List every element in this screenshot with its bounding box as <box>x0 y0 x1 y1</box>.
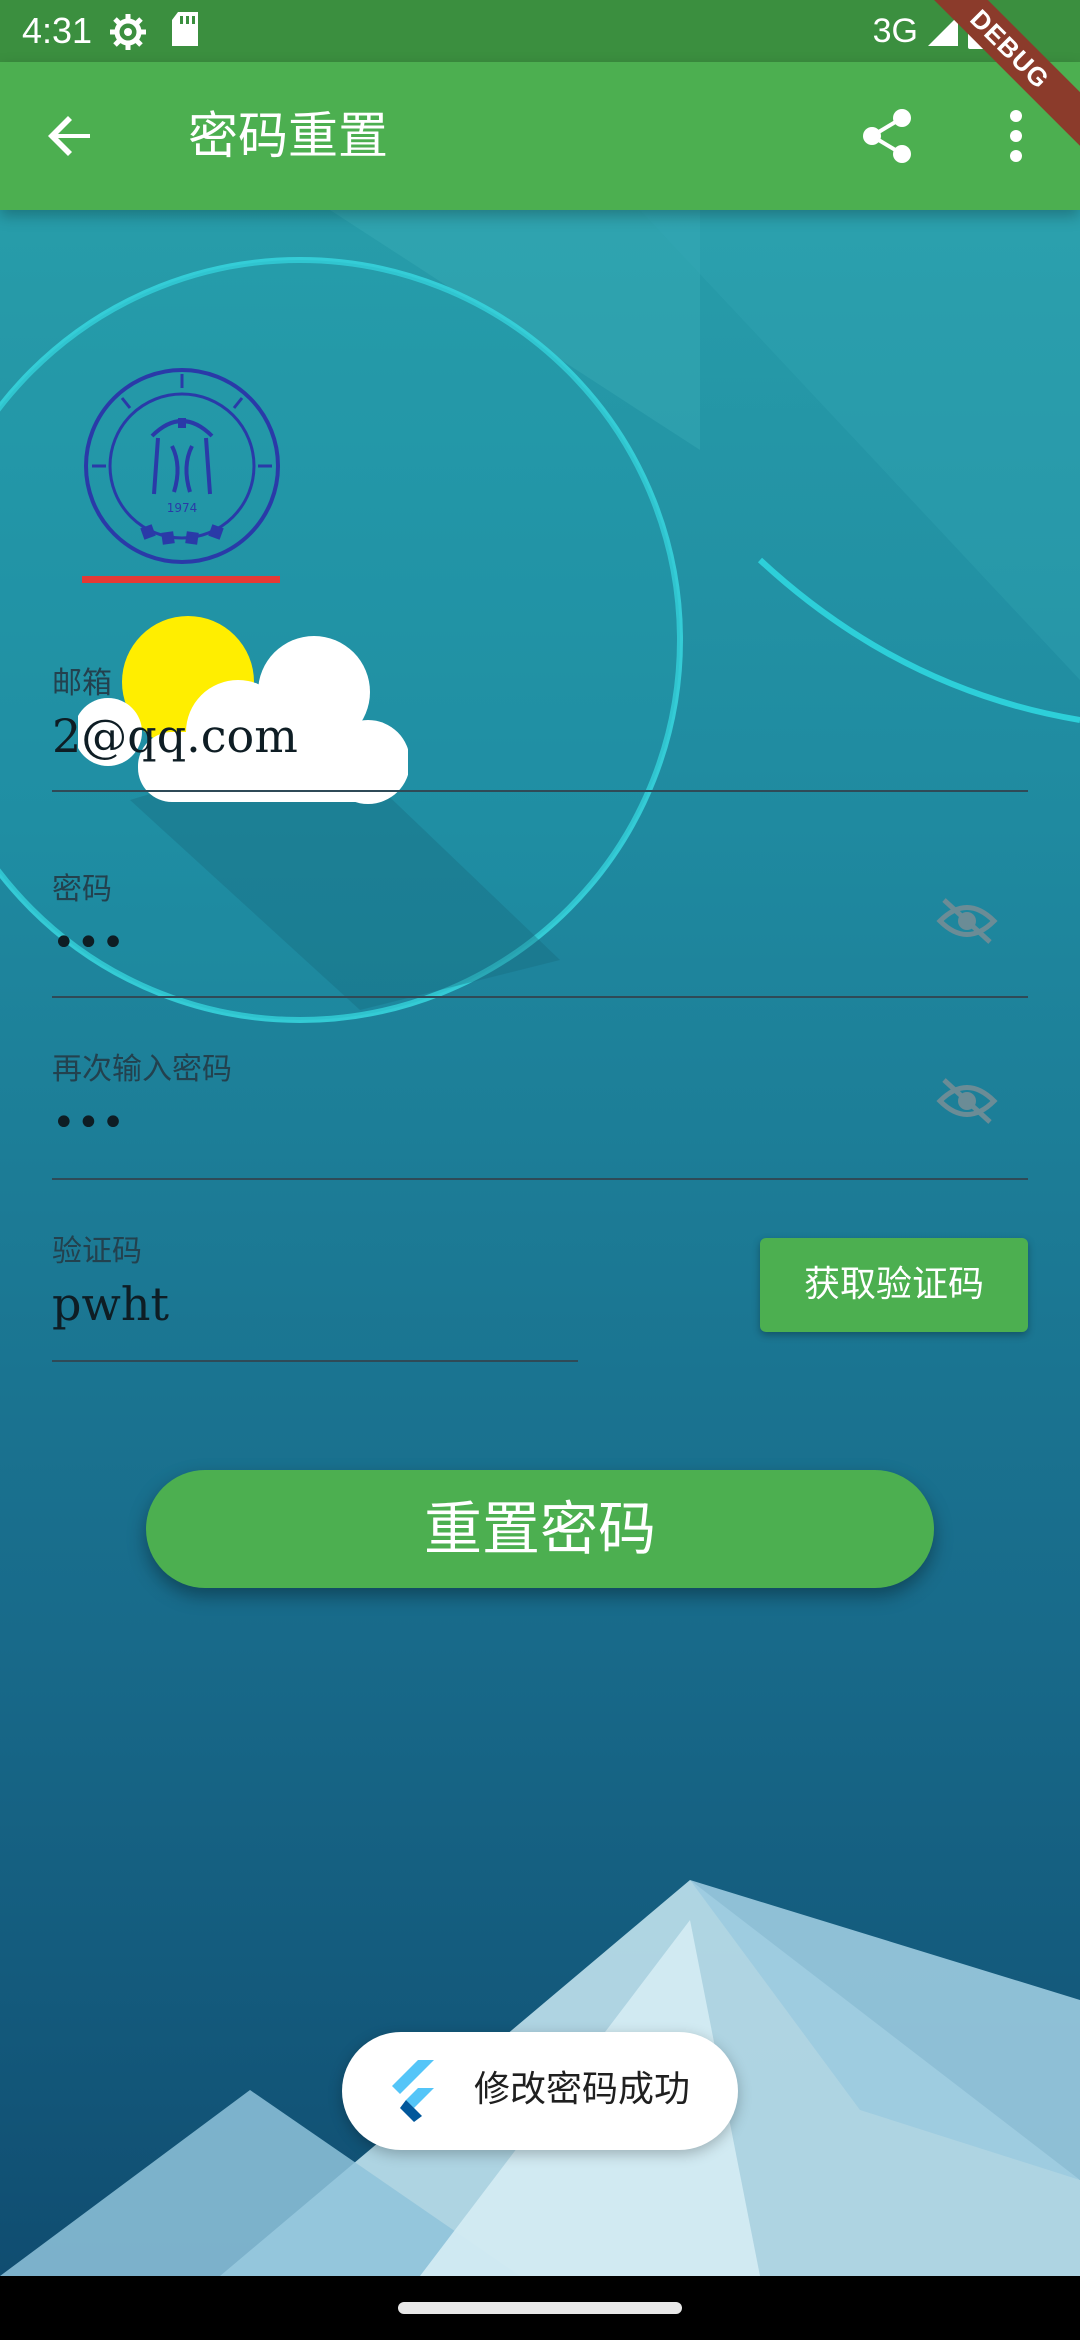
password-field[interactable]: 密码 ••• <box>52 866 1028 998</box>
home-indicator[interactable] <box>398 2302 682 2314</box>
confirm-password-value[interactable]: ••• <box>52 1100 126 1146</box>
seal-year: 1974 <box>167 501 198 515</box>
sd-card-icon <box>172 12 198 46</box>
verification-code-label: 验证码 <box>52 1234 142 1269</box>
logo-underline <box>82 576 280 583</box>
password-label: 密码 <box>52 872 112 907</box>
visibility-off-icon[interactable] <box>936 896 998 946</box>
page-title: 密码重置 <box>188 107 388 165</box>
email-value[interactable]: 2@qq.com <box>52 708 298 764</box>
arrow-back-icon[interactable] <box>40 104 104 168</box>
network-type: 3G <box>872 12 918 50</box>
more-vert-icon[interactable] <box>992 104 1040 168</box>
status-bar: 4:31 3G <box>0 0 1080 62</box>
university-seal-logo: 1974 <box>84 368 280 564</box>
password-value[interactable]: ••• <box>52 920 126 966</box>
navigation-bar <box>0 2276 1080 2340</box>
email-field[interactable]: 邮箱 2@qq.com <box>52 660 1028 792</box>
email-label: 邮箱 <box>52 666 112 701</box>
get-verification-code-button[interactable]: 获取验证码 <box>760 1238 1028 1332</box>
toast-text: 修改密码成功 <box>474 2069 691 2110</box>
confirm-password-label: 再次输入密码 <box>52 1052 232 1087</box>
reset-password-button[interactable]: 重置密码 <box>146 1470 934 1588</box>
gear-icon <box>110 14 146 50</box>
toast-message: 修改密码成功 <box>342 2032 738 2150</box>
flutter-logo-icon <box>392 2060 434 2122</box>
verification-code-field[interactable]: 验证码 pwht <box>52 1228 578 1362</box>
app-bar: 密码重置 <box>0 62 1080 210</box>
status-time: 4:31 <box>22 10 93 51</box>
confirm-password-field[interactable]: 再次输入密码 ••• <box>52 1046 1028 1180</box>
share-icon[interactable] <box>856 104 920 168</box>
visibility-off-icon[interactable] <box>936 1076 998 1126</box>
verification-code-value[interactable]: pwht <box>52 1276 169 1332</box>
